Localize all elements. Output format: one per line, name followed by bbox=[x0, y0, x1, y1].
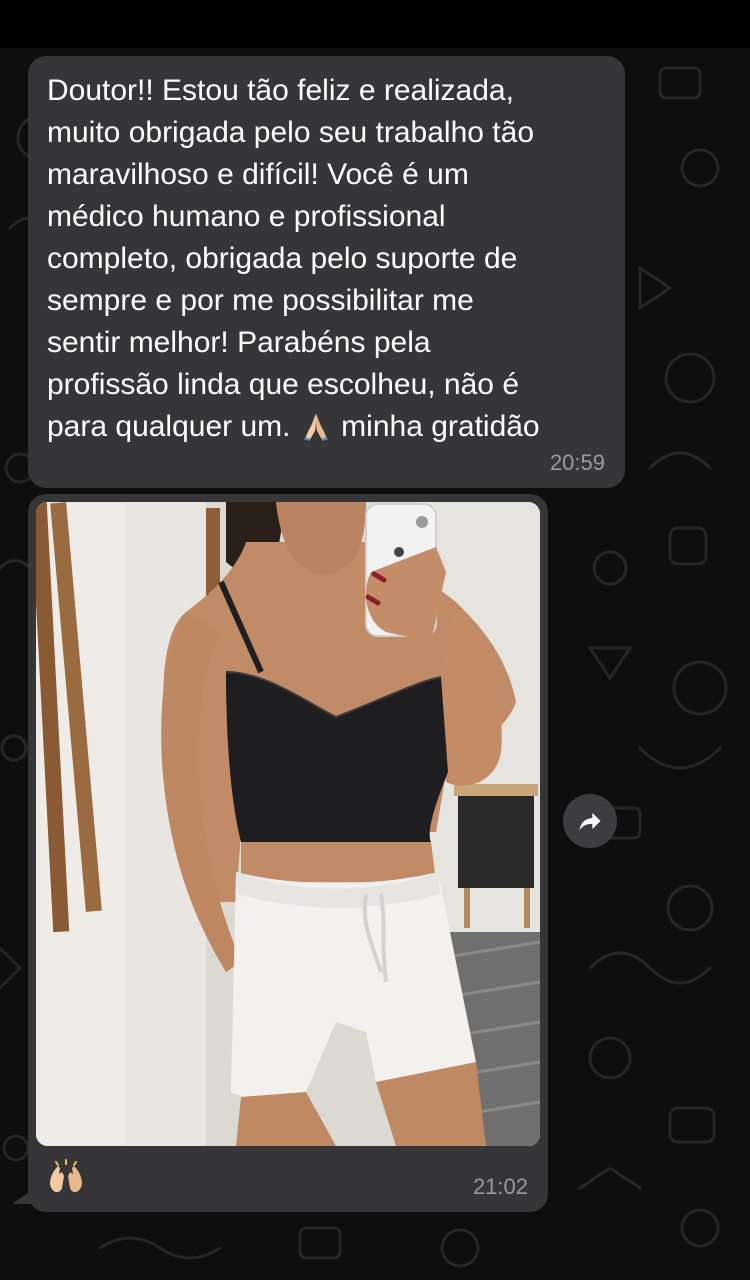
forward-arrow-icon bbox=[579, 812, 601, 831]
message-timestamp: 21:02 bbox=[472, 1174, 528, 1199]
folded-hands-emoji-icon bbox=[303, 413, 329, 442]
message-text-part-2: minha gratidão bbox=[332, 410, 540, 443]
message-bubble-text[interactable]: Doutor!! Estou tão feliz e realizada, mu… bbox=[28, 56, 625, 488]
message-text-part-1: Doutor!! Estou tão feliz e realizada, mu… bbox=[47, 74, 535, 443]
message-text: Doutor!! Estou tão feliz e realizada, mu… bbox=[47, 70, 617, 448]
forward-button[interactable] bbox=[563, 794, 617, 848]
message-bubble-photo[interactable]: 21:02 bbox=[28, 494, 548, 1212]
message-timestamp: 20:59 bbox=[549, 450, 605, 475]
mirror-selfie-photo[interactable] bbox=[36, 502, 540, 1146]
raising-hands-emoji-icon bbox=[50, 1159, 82, 1193]
status-bar bbox=[0, 0, 750, 48]
